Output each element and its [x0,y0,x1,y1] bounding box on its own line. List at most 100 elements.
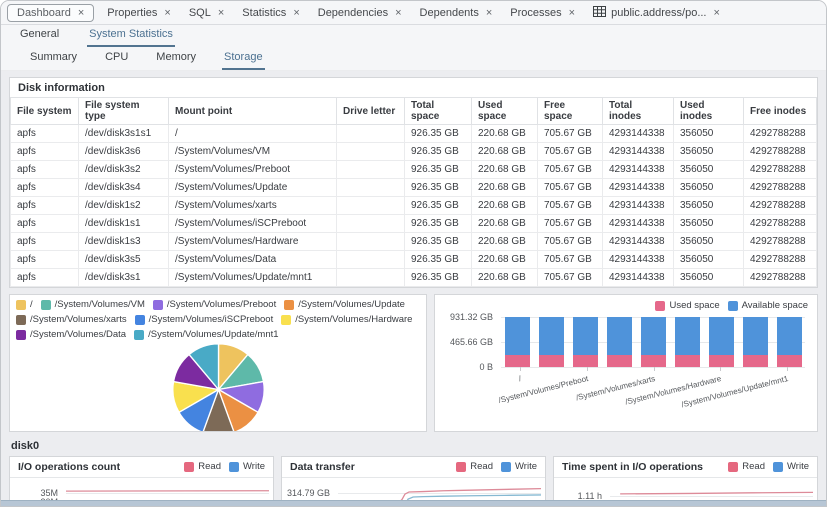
available-space-segment [505,317,530,355]
x-tick-mark [720,367,721,371]
available-space-segment [607,317,632,355]
stacked-bar [675,317,700,367]
close-icon[interactable]: × [713,8,719,18]
stacked-bar [641,317,666,367]
tab-label: public.address/po... [611,7,706,19]
chart-title: I/O operations count [18,461,120,473]
tab-properties[interactable]: Properties × [98,5,180,21]
disk-table-header: File systemFile system typeMount pointDr… [11,98,817,125]
tab-label: Dashboard [17,7,71,19]
stacked-bar [539,317,564,367]
bar-series [503,317,804,367]
legend-item: /System/Volumes/Data [16,329,126,341]
legend-swatch [135,315,145,325]
table-row: apfs/dev/disk3s5/System/Volumes/Data926.… [11,251,817,269]
legend-item: /System/Volumes/Hardware [281,314,412,326]
tab-processes[interactable]: Processes × [501,5,584,21]
legend-swatch [41,300,51,310]
legend-swatch [16,315,26,325]
disk-information-panel: Disk information File systemFile system … [9,77,818,288]
tab-query-tool[interactable]: public.address/po... × [584,4,729,22]
used-space-segment [777,355,802,367]
close-icon[interactable]: × [78,8,84,18]
x-tick-label: /System/Volumes/Preboot [497,374,588,405]
legend-swatch [284,300,294,310]
bar-chart-card: Used spaceAvailable space 931.32 GB465.6… [434,294,818,432]
chart-title: Data transfer [290,461,355,473]
tab-storage[interactable]: Storage [222,51,265,70]
io-operations-card: I/O operations count Read Write 35M30M [9,456,274,506]
tab-label: Processes [510,7,561,19]
available-space-segment [777,317,802,355]
stacked-bar [573,317,598,367]
available-space-segment [539,317,564,355]
x-tick-mark [520,367,521,371]
close-icon[interactable]: × [218,8,224,18]
time-spent-io-card: Time spent in I/O operations Read Write … [553,456,818,506]
tab-dashboard[interactable]: Dashboard × [7,4,94,22]
column-header: Mount point [169,98,337,125]
table-row: apfs/dev/disk3s2/System/Volumes/Preboot9… [11,161,817,179]
read-swatch [184,462,194,472]
pie-chart-card: //System/Volumes/VM/System/Volumes/Prebo… [9,294,427,432]
column-header: Used space [472,98,538,125]
tab-general[interactable]: General [18,28,61,47]
read-write-legend: Read Write [728,461,809,473]
available-space-segment [641,317,666,355]
read-swatch [728,462,738,472]
used-space-segment [709,355,734,367]
data-transfer-card: Data transfer Read Write 314.79 GB [281,456,546,506]
y-tick-label: 931.32 GB [450,312,493,322]
close-icon[interactable]: × [569,8,575,18]
legend-swatch [153,300,163,310]
close-icon[interactable]: × [164,8,170,18]
table-row: apfs/dev/disk1s1/System/Volumes/iSCPrebo… [11,215,817,233]
close-icon[interactable]: × [293,8,299,18]
stacked-bar [743,317,768,367]
close-icon[interactable]: × [395,8,401,18]
x-tick-mark [654,367,655,371]
table-row: apfs/dev/disk1s2/System/Volumes/xarts926… [11,197,817,215]
tab-memory[interactable]: Memory [154,51,198,70]
column-header: Free inodes [744,98,817,125]
table-row: apfs/dev/disk1s3/System/Volumes/Hardware… [11,233,817,251]
table-row: apfs/dev/disk3s6/System/Volumes/VM926.35… [11,143,817,161]
legend-item: /System/Volumes/VM [41,299,145,311]
used-space-segment [607,355,632,367]
stacked-bar [777,317,802,367]
y-tick-label: 314.79 GB [287,488,330,498]
used-space-segment [675,355,700,367]
tab-statistics[interactable]: Statistics × [233,5,308,21]
disk-table-body: apfs/dev/disk3s1s1/926.35 GB220.68 GB705… [11,125,817,287]
tab-dependencies[interactable]: Dependencies × [309,5,411,21]
legend-item: Used space [655,300,719,312]
available-space-segment [573,317,598,355]
read-swatch [456,462,466,472]
disk0-section-title: disk0 [11,440,816,452]
legend-item: /System/Volumes/xarts [16,314,127,326]
close-icon[interactable]: × [486,8,492,18]
write-swatch [501,462,511,472]
used-space-segment [641,355,666,367]
tab-label: Statistics [242,7,286,19]
space-charts-row: / /System/Volumes/VM/System/Volumes/Prebo… [9,294,818,432]
table-row: apfs/dev/disk3s1s1/926.35 GB220.68 GB705… [11,125,817,143]
column-header: File system [11,98,79,125]
legend-swatch [134,330,144,340]
tab-dependents[interactable]: Dependents × [411,5,502,21]
tab-sql[interactable]: SQL × [180,5,233,21]
tab-summary[interactable]: Summary [28,51,79,70]
table-row: apfs/dev/disk3s1/System/Volumes/Update/m… [11,269,817,287]
stacked-bar [607,317,632,367]
read-write-legend: Read Write [456,461,537,473]
chart-title: Time spent in I/O operations [562,461,703,473]
pie-chart [16,341,420,432]
bar-x-axis: //System/Volumes/Preboot/System/Volumes/… [503,369,804,409]
tab-label: Dependencies [318,7,388,19]
tab-cpu[interactable]: CPU [103,51,130,70]
storage-content: Disk information File systemFile system … [1,71,826,506]
table-row: apfs/dev/disk3s4/System/Volumes/Update92… [11,179,817,197]
x-tick-label: / [518,374,522,383]
tab-system-statistics[interactable]: System Statistics [87,28,175,47]
window-bottom-edge [1,500,826,506]
